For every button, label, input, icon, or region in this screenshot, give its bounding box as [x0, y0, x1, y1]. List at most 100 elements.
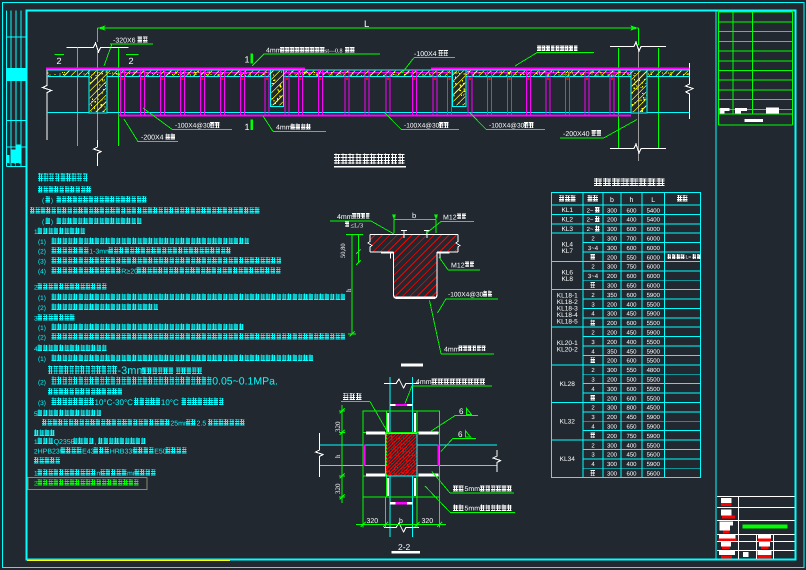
- svg-text:HPB235: HPB235: [38, 449, 64, 456]
- svg-text:Q235B: Q235B: [54, 439, 76, 446]
- svg-text:b: b: [399, 517, 403, 525]
- svg-text:6000: 6000: [647, 226, 661, 233]
- svg-text:KL20-2: KL20-2: [557, 347, 578, 354]
- svg-text:KL8: KL8: [561, 276, 573, 283]
- svg-text:-100X4: -100X4: [414, 51, 437, 58]
- svg-text:6000: 6000: [647, 264, 661, 271]
- svg-text:300: 300: [607, 471, 618, 478]
- svg-text:200: 200: [607, 414, 618, 421]
- svg-text:200: 200: [607, 339, 618, 346]
- svg-text:3~4: 3~4: [588, 245, 599, 252]
- svg-text:300: 300: [607, 386, 618, 393]
- svg-text:5500: 5500: [647, 395, 661, 402]
- svg-text:4: 4: [34, 346, 38, 353]
- svg-text:6000: 6000: [647, 254, 661, 261]
- svg-text:350: 350: [607, 292, 618, 299]
- svg-text:350: 350: [607, 348, 618, 355]
- svg-text:200: 200: [607, 433, 618, 440]
- svg-text:650: 650: [626, 424, 637, 431]
- svg-text:1-3mm: 1-3mm: [89, 249, 111, 256]
- svg-text:300: 300: [607, 461, 618, 468]
- svg-text:M12: M12: [443, 215, 457, 222]
- svg-text:5900: 5900: [647, 433, 661, 440]
- svg-text:320: 320: [422, 518, 434, 525]
- svg-text:600: 600: [626, 386, 637, 393]
- svg-text:400: 400: [626, 301, 637, 308]
- svg-text:5600: 5600: [647, 471, 661, 478]
- svg-text:b: b: [412, 211, 416, 220]
- svg-text:2.5: 2.5: [197, 421, 207, 428]
- svg-text:300: 300: [607, 226, 618, 233]
- svg-text:400: 400: [626, 461, 637, 468]
- svg-text:200: 200: [607, 320, 618, 327]
- svg-text:KL28: KL28: [560, 381, 576, 388]
- svg-text:400: 400: [626, 442, 637, 449]
- svg-text:5900: 5900: [647, 424, 661, 431]
- svg-text:(4): (4): [38, 269, 46, 276]
- svg-text:3~4: 3~4: [588, 273, 599, 280]
- svg-text:4800: 4800: [647, 367, 661, 374]
- svg-text:5500: 5500: [647, 339, 661, 346]
- svg-text:4mm: 4mm: [276, 125, 292, 132]
- svg-text:(3): (3): [38, 259, 46, 266]
- svg-text:5: 5: [34, 411, 38, 418]
- svg-text:750: 750: [626, 264, 637, 271]
- svg-text:KL34: KL34: [560, 456, 576, 463]
- svg-text:2: 2: [34, 285, 38, 292]
- svg-text:400: 400: [626, 339, 637, 346]
- svg-text:600: 600: [626, 395, 637, 402]
- svg-text:300: 300: [607, 424, 618, 431]
- svg-text:h: h: [334, 454, 342, 458]
- svg-text:600: 600: [626, 226, 637, 233]
- svg-text:200: 200: [607, 377, 618, 384]
- svg-text:4500: 4500: [647, 405, 661, 412]
- svg-text:L=: L=: [686, 255, 692, 261]
- svg-text:6000: 6000: [647, 236, 661, 243]
- svg-text:h: h: [630, 196, 634, 204]
- svg-text:5900: 5900: [647, 348, 661, 355]
- svg-text:450: 450: [626, 452, 637, 459]
- svg-text:600: 600: [626, 245, 637, 252]
- svg-text:≤L/3: ≤L/3: [351, 223, 364, 230]
- svg-text:1: 1: [34, 471, 38, 478]
- svg-text:E43: E43: [82, 449, 95, 456]
- svg-text:300: 300: [607, 442, 618, 449]
- svg-text:1: 1: [34, 439, 38, 446]
- svg-text:5500: 5500: [647, 377, 661, 384]
- svg-text:300: 300: [607, 207, 618, 214]
- svg-text:(2): (2): [38, 305, 46, 312]
- svg-text:600: 600: [626, 273, 637, 280]
- svg-text:5400: 5400: [647, 217, 661, 224]
- svg-text:(2): (2): [38, 249, 46, 256]
- svg-text:2~: 2~: [587, 207, 594, 214]
- svg-text:5900: 5900: [647, 292, 661, 299]
- svg-text:4mm: 4mm: [337, 214, 353, 221]
- svg-text:b: b: [610, 196, 614, 204]
- svg-text:5900: 5900: [647, 330, 661, 337]
- svg-text:6: 6: [458, 430, 463, 439]
- svg-text:(3): (3): [38, 400, 46, 407]
- svg-text:750: 750: [626, 433, 637, 440]
- svg-text:6000: 6000: [647, 245, 661, 252]
- svg-text:300: 300: [607, 245, 618, 252]
- svg-text:5900: 5900: [647, 414, 661, 421]
- svg-text:(1): (1): [38, 356, 46, 363]
- svg-text:5500: 5500: [647, 442, 661, 449]
- svg-text:5500: 5500: [647, 320, 661, 327]
- svg-text:600: 600: [626, 207, 637, 214]
- svg-text:550: 550: [626, 367, 637, 374]
- svg-text:5400: 5400: [647, 207, 661, 214]
- svg-text:2-2: 2-2: [398, 542, 411, 552]
- svg-text:50,80: 50,80: [340, 243, 347, 258]
- svg-text:): ): [51, 219, 53, 226]
- svg-text:2: 2: [129, 56, 134, 66]
- svg-text:(2): (2): [38, 335, 46, 342]
- svg-text:,: ,: [94, 439, 96, 446]
- svg-text:450: 450: [626, 414, 637, 421]
- svg-text:M12: M12: [451, 263, 465, 270]
- svg-text:500: 500: [626, 377, 637, 384]
- svg-text:300: 300: [607, 367, 618, 374]
- svg-text:E50: E50: [154, 449, 167, 456]
- svg-text:KL2: KL2: [561, 216, 573, 223]
- svg-text:450: 450: [626, 348, 637, 355]
